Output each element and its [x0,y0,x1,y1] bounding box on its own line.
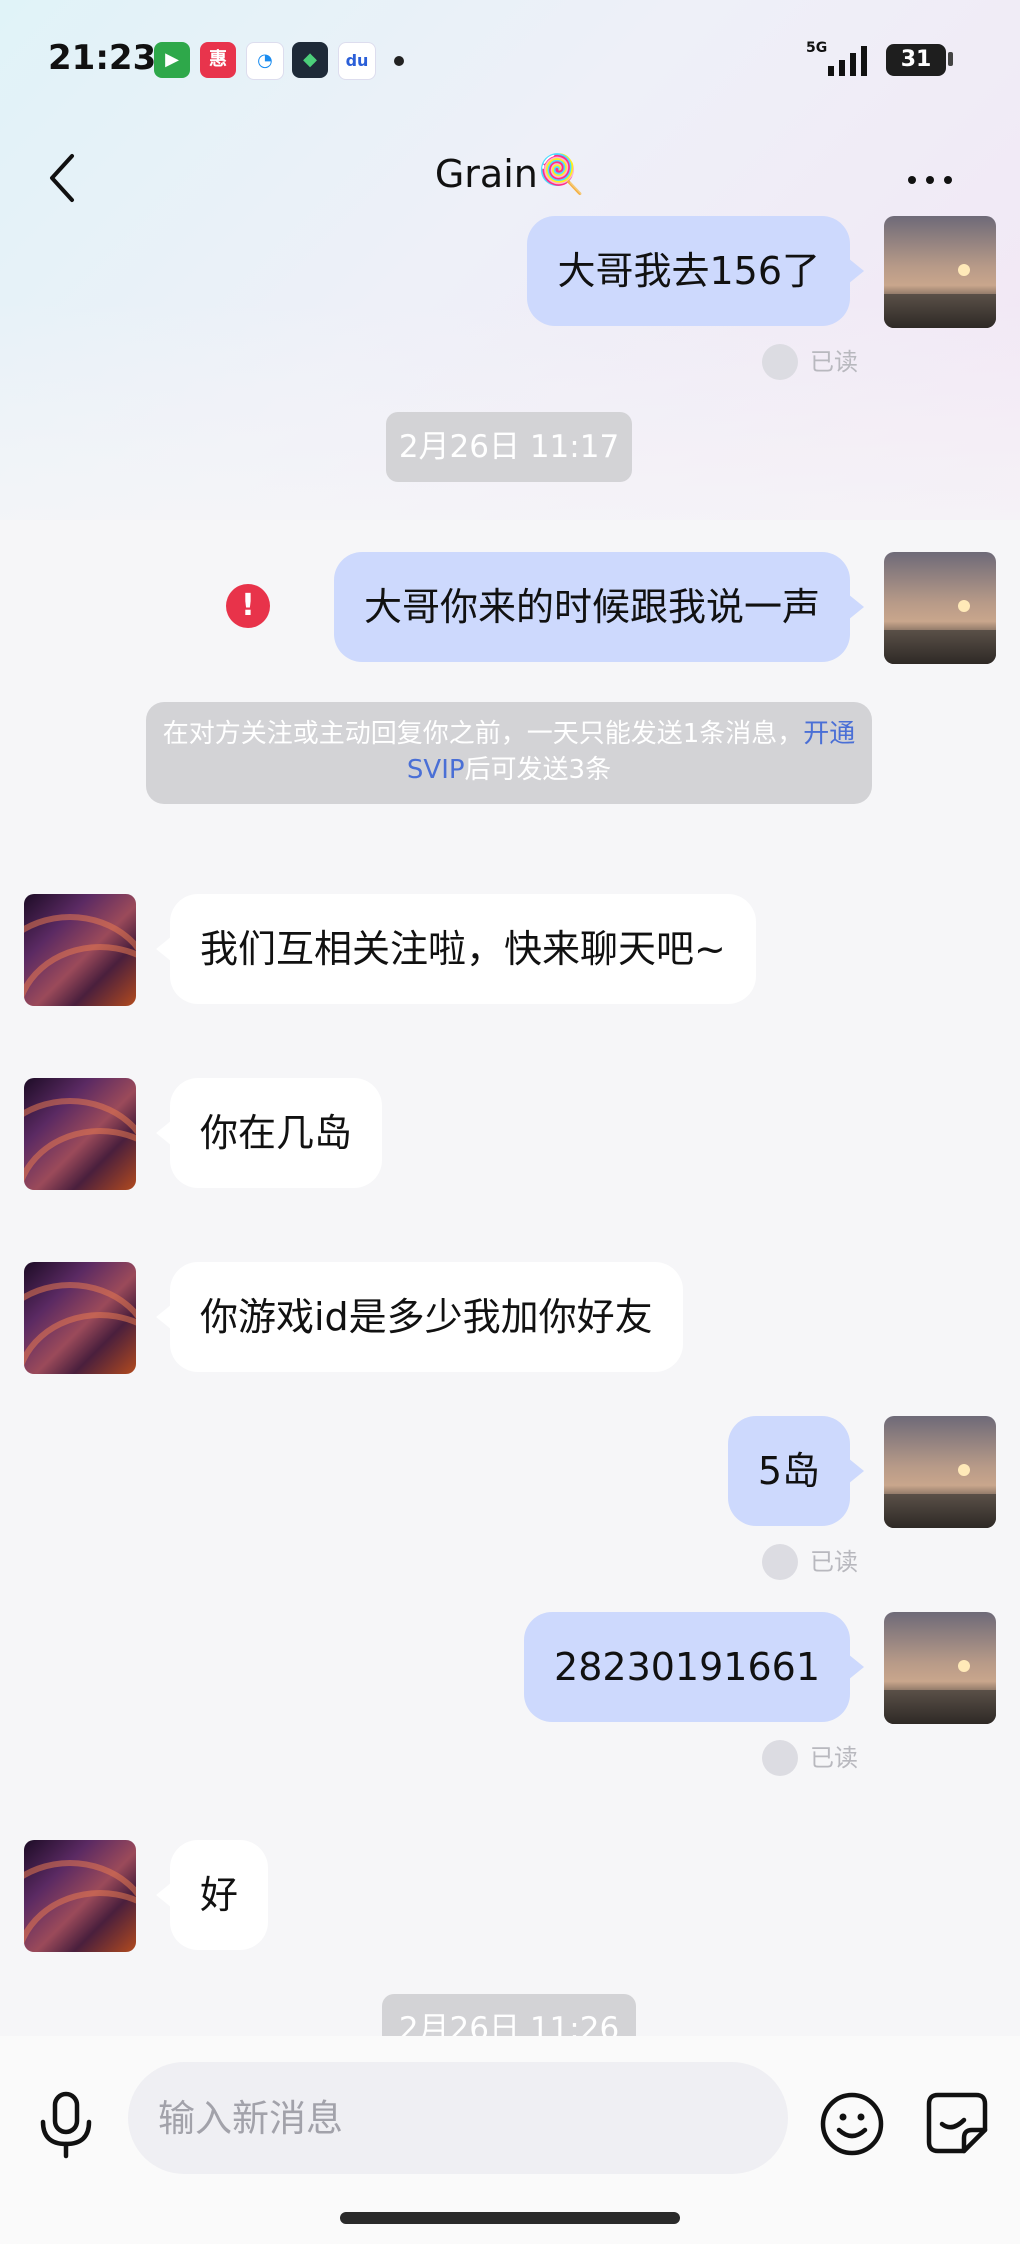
message-bubble-received[interactable]: 你在几岛 [155,1078,383,1188]
my-avatar[interactable] [884,216,996,328]
avatar-horizon [884,1494,996,1528]
avatar-sun [958,1464,970,1476]
message-bubble-received[interactable]: 你游戏id是多少我加你好友 [156,1262,683,1372]
input-bar [0,2036,1020,2244]
contact-avatar[interactable] [24,894,136,1006]
emoji-icon [820,2092,884,2156]
status-bar: 21:23 ▶ 惠 ◔ ◆ du 5G 31 [0,0,1020,120]
sticker-icon [926,2092,988,2154]
contact-avatar[interactable] [24,1840,136,1952]
message-bubble-received[interactable]: 好 [155,1840,269,1950]
shopping-app-icon: 惠 [200,42,236,78]
read-check-icon [762,1740,798,1776]
avatar-horizon [884,1690,996,1724]
voice-button[interactable] [34,2090,98,2160]
notification-dot [394,56,404,66]
battery-cap [948,52,953,66]
baidu-app-icon: du [338,42,376,80]
avatar-sun [958,1660,970,1672]
sticker-button[interactable] [924,2090,990,2156]
message-bubble-sent[interactable]: 大哥你来的时候跟我说一声 [333,552,865,662]
my-avatar[interactable] [884,552,996,664]
status-time: 21:23 [48,38,157,78]
message-bubble-sent[interactable]: 28230191661 [524,1612,864,1722]
network-type: 5G [806,40,828,56]
avatar-horizon [884,630,996,664]
more-dots-icon [908,176,952,184]
signal-icon [828,46,867,76]
time-divider: 2月26日 11:17 [386,412,632,482]
home-indicator[interactable] [340,2212,680,2224]
message-bubble-sent[interactable]: 5岛 [727,1416,865,1526]
my-avatar[interactable] [884,1612,996,1724]
svip-notice: 在对方关注或主动回复你之前，一天只能发送1条消息，开通SVIP后可发送3条 [146,702,872,804]
message-bubble-sent[interactable]: 大哥我去156了 [527,216,864,326]
read-check-icon [762,344,798,380]
message-input[interactable] [128,2062,788,2174]
message-bubble-received[interactable]: 我们互相关注啦，快来聊天吧~ [156,894,756,1004]
avatar-horizon [884,294,996,328]
shield-app-icon: ◆ [292,42,328,78]
emoji-button[interactable] [818,2090,886,2158]
avatar-sun [958,600,970,612]
send-failed-icon[interactable]: ! [226,584,270,628]
browser-app-icon: ◔ [246,42,284,80]
chat-header: Grain🍭 [0,120,1020,230]
contact-avatar[interactable] [24,1262,136,1374]
microphone-icon [40,2091,92,2159]
battery-icon: 31 [886,44,946,76]
chat-title: Grain🍭 [434,152,586,196]
read-check-icon [762,1544,798,1580]
contact-avatar[interactable] [24,1078,136,1190]
avatar-sun [958,264,970,276]
more-button[interactable] [900,160,960,200]
my-avatar[interactable] [884,1416,996,1528]
video-app-icon: ▶ [154,42,190,78]
